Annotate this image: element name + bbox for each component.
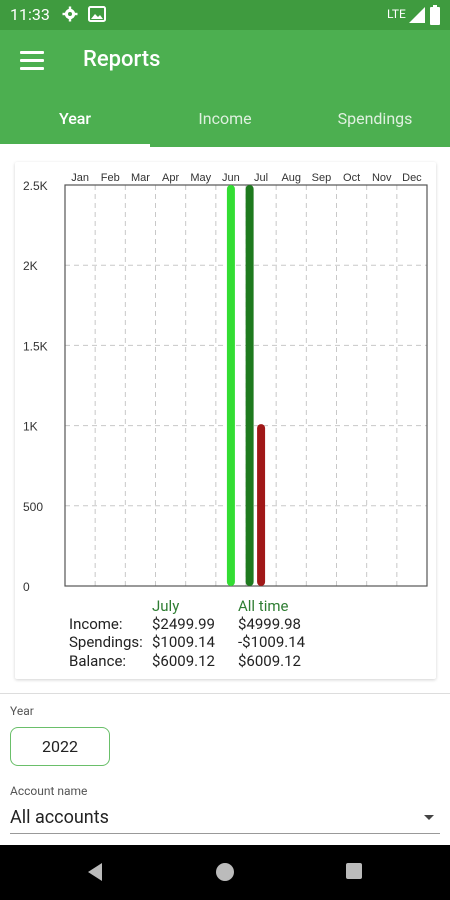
section-divider [0,693,450,694]
summary-month-income: $2499.99 [152,615,215,633]
year-chart: 0 500 1K 1.5K 2K 2.5K Jan Feb Mar Apr May Jun Jul Aug… [23,172,428,594]
page-title: Reports [83,47,161,72]
image-notification-icon [88,6,106,22]
summary-alltime-header: All time [238,597,289,615]
y-tick-label: 0 [23,580,30,594]
x-tick-label: Dec [402,172,422,184]
x-tick-label: May [190,172,211,184]
report-card: 0 500 1K 1.5K 2K 2.5K Jan Feb Mar Apr May Jun Jul Aug… [15,162,436,679]
account-dropdown[interactable]: All accounts [10,803,440,834]
x-tick-label: Apr [162,172,179,184]
status-bar: 11:33 LTE [0,0,450,30]
signal-icon [409,7,425,23]
x-tick-label: Feb [101,172,120,184]
menu-icon[interactable] [20,51,44,71]
app-bar: Reports Year Income Spendings [0,30,450,147]
x-tick-label: Jun [222,172,240,184]
summary-alltime-balance: $6009.12 [238,652,301,670]
y-tick-label: 2K [23,259,38,273]
account-field-label: Account name [10,784,88,798]
status-time: 11:33 [10,5,50,24]
tab-bar: Year Income Spendings [0,98,450,147]
x-tick-label: Aug [281,172,301,184]
x-tick-label: Mar [131,172,150,184]
summary-label-balance: Balance: [69,652,127,670]
network-type: LTE [387,7,406,21]
summary-label-income: Income: [69,615,123,633]
summary-month-header: July [152,597,180,615]
back-icon[interactable] [86,862,104,882]
tab-year[interactable]: Year [0,98,150,147]
system-nav-bar [0,845,450,900]
chart-bar [245,185,254,586]
y-tick-label: 1.5K [23,339,48,353]
account-value: All accounts [10,807,109,828]
y-tick-label: 2.5K [23,179,48,193]
x-tick-label: Jul [254,172,268,184]
tab-spendings[interactable]: Spendings [300,98,450,147]
x-tick-label: Nov [372,172,392,184]
x-tick-label: Sep [312,172,332,184]
home-icon[interactable] [215,862,235,882]
recents-icon[interactable] [345,862,363,880]
y-tick-label: 500 [23,500,43,514]
summary-alltime-income: $4999.98 [238,615,301,633]
summary-month-balance: $6009.12 [152,652,215,670]
summary-label-spendings: Spendings: [69,633,143,651]
year-field-label: Year [10,704,34,718]
dropdown-arrow-icon [424,815,434,820]
chart-bar [257,424,266,586]
tab-income[interactable]: Income [150,98,300,147]
x-tick-label: Jan [71,172,89,184]
y-tick-label: 1K [23,420,38,434]
gear-icon [62,6,78,22]
chart-bar [226,185,235,586]
year-selector[interactable]: 2022 [10,727,110,766]
battery-icon [430,5,440,25]
x-tick-label: Oct [343,172,360,184]
summary-alltime-spendings: -$1009.14 [238,633,306,651]
summary-month-spendings: $1009.14 [152,633,215,651]
